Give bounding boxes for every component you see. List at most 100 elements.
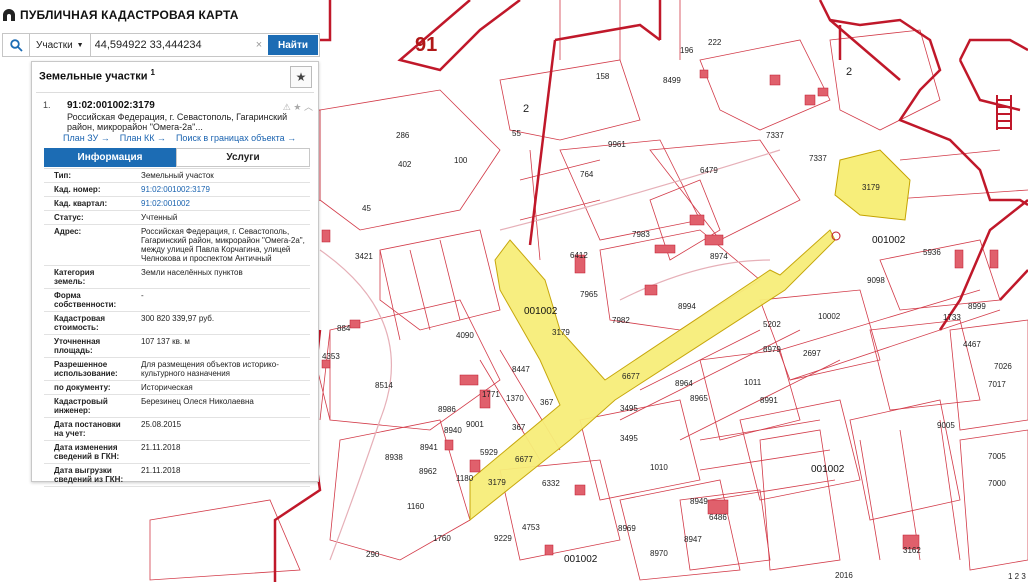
property-value: Березинец Олеся Николаевна (141, 397, 254, 406)
map-label: 8991 (760, 396, 778, 405)
search-within-link[interactable]: Поиск в границах объекта → (176, 133, 296, 143)
map-label: 8979 (763, 345, 781, 354)
property-row: Разрешенное использование: Для размещения… (44, 358, 310, 381)
map-label: 8999 (968, 302, 986, 311)
panel-title-count: 1 (150, 68, 155, 77)
star-icon: ★ (295, 70, 307, 84)
map-label: 6479 (700, 166, 718, 175)
property-row: Кад. номер: 91:02:001002:3179 (44, 183, 310, 197)
app-header: ПУБЛИЧНАЯ КАДАСТРОВАЯ КАРТА (0, 0, 320, 30)
map-label: 9961 (608, 140, 626, 149)
search-type-select[interactable]: Участки ▼ (30, 34, 91, 56)
map-label: 8964 (675, 379, 693, 388)
chevron-down-icon: ▼ (76, 41, 84, 49)
panel-title-text: Земельные участки (39, 70, 148, 83)
property-value: Для размещения объектов историко-культур… (141, 360, 279, 378)
map-label: 290 (366, 550, 380, 559)
panel-title: Земельные участки 1 (39, 68, 155, 83)
warning-icon[interactable]: ⚠ (283, 102, 291, 112)
map-label: 8938 (385, 453, 403, 462)
map-label: 8947 (684, 535, 702, 544)
property-row: Тип: Земельный участок (44, 169, 310, 183)
map-label: 222 (708, 38, 722, 47)
property-row: Уточненная площадь: 107 137 кв. м (44, 335, 310, 358)
map-label: 1760 (433, 534, 451, 543)
map-label: 7965 (580, 290, 598, 299)
property-row: Статус: Учтенный (44, 211, 310, 225)
properties-table: Тип: Земельный участок Кад. номер: 91:02:0… (44, 168, 310, 487)
map-label: 7983 (632, 230, 650, 239)
map-label: 196 (680, 46, 694, 55)
collapse-chevron-icon[interactable]: ︿ (304, 102, 313, 112)
property-key: Кадастровая стоимость: (54, 314, 106, 332)
map-label: 45 (362, 204, 371, 213)
map-label: 3179 (552, 328, 570, 337)
property-key: Адрес: (54, 227, 82, 236)
property-row: Категория земель: Земли населённых пункто… (44, 266, 310, 289)
map-label: 8941 (420, 443, 438, 452)
info-panel: Земельные участки 1 ★ 1. 91:02:001002:31… (31, 61, 319, 487)
map-label: 9229 (494, 534, 512, 543)
map-label: 6332 (542, 479, 560, 488)
parcel-cad-number[interactable]: 91:02:001002:3179 (67, 100, 155, 111)
plan-zu-link[interactable]: План ЗУ → (63, 133, 110, 143)
property-row: Кадастровая стоимость: 300 820 339,97 руб… (44, 312, 310, 335)
map-label: 3495 (620, 434, 638, 443)
map-label: 6677 (622, 372, 640, 381)
property-value: 107 137 кв. м (141, 337, 190, 346)
property-row: Кадастровый инженер: Березинец Олеся Нико… (44, 395, 310, 418)
tab-services[interactable]: Услуги (176, 148, 310, 167)
map-label: 8940 (444, 426, 462, 435)
map-label: 2 (523, 103, 530, 115)
property-value: 21.11.2018 (141, 466, 181, 475)
map-label: 8974 (710, 252, 728, 261)
map-label: 7005 (988, 452, 1006, 461)
map-label: 9005 (937, 421, 955, 430)
property-key: Тип: (54, 171, 71, 180)
map-label: 8965 (690, 394, 708, 403)
favorite-star-button[interactable]: ★ (290, 66, 312, 88)
map-label: 3421 (355, 252, 373, 261)
map-label: 7000 (988, 479, 1006, 488)
map-label: 8447 (512, 365, 530, 374)
property-row: по документу: Историческая (44, 381, 310, 395)
map-label: 001002 (564, 554, 598, 565)
map-label: 3495 (620, 404, 638, 413)
property-value-link[interactable]: 91:02:001002 (129, 197, 310, 210)
map-label: 001002 (811, 464, 845, 475)
property-value: Земельный участок (141, 171, 214, 180)
map-label: 100 (454, 156, 468, 165)
panel-tabs: Информация Услуги (44, 148, 310, 167)
property-key: Кад. номер: (54, 185, 101, 194)
map-label: 158 (596, 72, 610, 81)
search-input[interactable] (90, 34, 252, 56)
tab-information[interactable]: Информация (44, 148, 176, 167)
map-label: 7337 (809, 154, 827, 163)
property-value: Земли населённых пунктов (141, 268, 243, 277)
map-label: 1010 (650, 463, 668, 472)
map-label: 1771 (482, 390, 500, 399)
map-label: 4090 (456, 331, 474, 340)
map-label: 7026 (994, 362, 1012, 371)
property-row: Адрес: Российская Федерация, г. Севастопо… (44, 225, 310, 266)
map-label: 6677 (515, 455, 533, 464)
property-key: Дата изменения сведений в ГКН: (54, 443, 120, 461)
plan-kk-link[interactable]: План КК → (120, 133, 166, 143)
map-label: 367 (512, 423, 526, 432)
search-bar: Участки ▼ × Найти (2, 33, 320, 57)
star-outline-icon[interactable]: ★ (293, 102, 301, 112)
parcel-address-short: Российская Федерация, г. Севастополь, Га… (67, 112, 288, 132)
property-key: Кадастровый инженер: (54, 397, 108, 415)
find-button[interactable]: Найти (268, 35, 318, 55)
property-row: Дата выгрузки сведений из ГКН: 21.11.2018 (44, 464, 310, 487)
property-value: Историческая (141, 383, 193, 392)
property-key: Статус: (54, 213, 84, 222)
search-icon[interactable] (3, 34, 30, 56)
map-corner-readout: 1 2 3 4 (1008, 572, 1028, 581)
clear-icon[interactable]: × (251, 34, 267, 56)
app-title: ПУБЛИЧНАЯ КАДАСТРОВАЯ КАРТА (20, 8, 239, 22)
property-value-link[interactable]: 91:02:001002:3179 (129, 183, 310, 196)
property-row: Кад. квартал: 91:02:001002 (44, 197, 310, 211)
map-label: 402 (398, 160, 412, 169)
map-label: 1011 (744, 378, 762, 387)
